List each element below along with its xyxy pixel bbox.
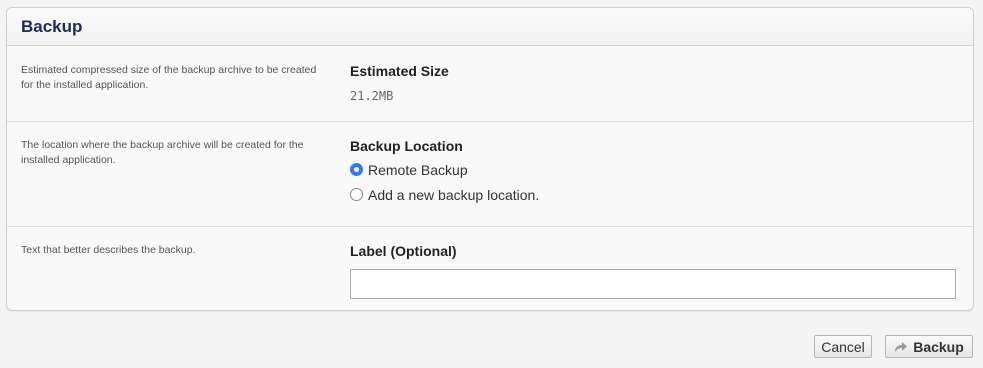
radio-remote-backup-label[interactable]: Remote Backup xyxy=(368,162,468,178)
backup-location-row: The location where the backup archive wi… xyxy=(7,122,973,227)
backup-button[interactable]: Backup xyxy=(885,335,973,358)
estimated-size-row: Estimated compressed size of the backup … xyxy=(7,46,973,122)
backup-location-description: The location where the backup archive wi… xyxy=(21,139,304,166)
estimated-size-field: Estimated Size 21.2MB xyxy=(350,63,959,103)
label-input[interactable] xyxy=(350,269,956,299)
label-description: Text that better describes the backup. xyxy=(21,244,196,256)
radio-option-new-location[interactable]: Add a new backup location. xyxy=(350,182,959,207)
radio-new-location-label[interactable]: Add a new backup location. xyxy=(368,187,539,203)
radio-new-location[interactable] xyxy=(350,188,363,201)
backup-panel: Backup Estimated compressed size of the … xyxy=(6,7,974,311)
estimated-size-description: Estimated compressed size of the backup … xyxy=(21,64,317,91)
panel-title: Backup xyxy=(21,16,83,36)
estimated-size-label: Estimated Size xyxy=(350,63,449,79)
cancel-button[interactable]: Cancel xyxy=(814,335,872,358)
panel-header: Backup xyxy=(7,8,973,46)
label-field: Label (Optional) xyxy=(350,243,959,299)
label-row: Text that better describes the backup. L… xyxy=(7,227,973,310)
estimated-size-value: 21.2MB xyxy=(350,89,394,103)
backup-button-label: Backup xyxy=(913,338,964,355)
share-arrow-icon xyxy=(895,341,908,352)
radio-option-remote-backup[interactable]: Remote Backup xyxy=(350,157,959,182)
label-optional-label: Label (Optional) xyxy=(350,243,457,259)
backup-location-label: Backup Location xyxy=(350,138,463,154)
backup-location-field: Backup Location Remote Backup Add a new … xyxy=(350,138,959,207)
cancel-button-label: Cancel xyxy=(821,338,865,355)
radio-remote-backup[interactable] xyxy=(350,163,363,176)
